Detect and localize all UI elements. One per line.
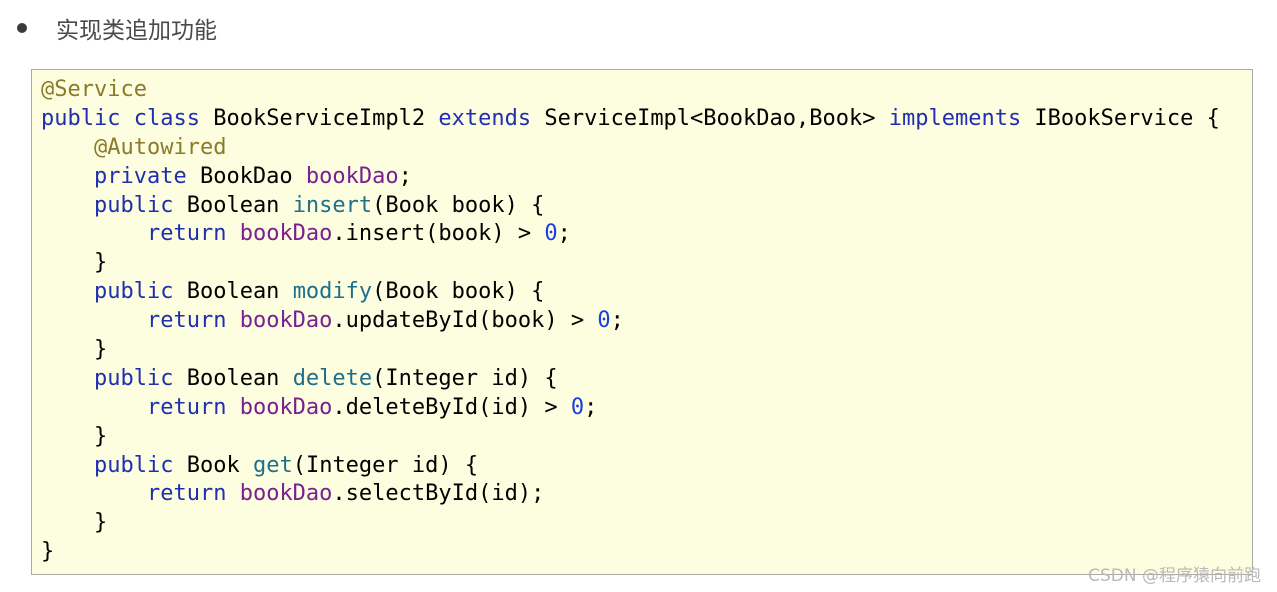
code-keyword: implements xyxy=(888,105,1022,131)
code-keyword: private xyxy=(93,163,187,189)
code-line: return bookDao.updateById(book) > 0; xyxy=(41,307,1220,336)
code-field: bookDao xyxy=(239,394,333,420)
code-text: } xyxy=(41,423,108,449)
code-line: } xyxy=(41,336,1220,365)
code-line: } xyxy=(41,509,1220,538)
code-line: @Service xyxy=(41,76,1220,105)
code-text: IBookService { xyxy=(1021,105,1220,131)
code-block: @Service public class BookServiceImpl2 ex… xyxy=(31,69,1253,575)
code-text: (Integer id) { xyxy=(372,365,558,391)
code-keyword: public xyxy=(93,279,174,305)
code-number: 0 xyxy=(597,308,611,334)
code-text: ServiceImpl<BookDao,Book> xyxy=(531,105,889,131)
code-text: ; xyxy=(398,163,412,189)
code-method: insert xyxy=(292,192,373,218)
code-line: } xyxy=(41,538,1220,567)
code-text: ; xyxy=(557,221,571,247)
code-line: public class BookServiceImpl2 extends Se… xyxy=(41,105,1220,134)
code-keyword: extends xyxy=(438,105,532,131)
code-text: (Book book) { xyxy=(372,192,545,218)
code-text: } xyxy=(41,250,108,276)
bullet-dot-icon xyxy=(17,23,27,33)
bullet-heading: 实现类追加功能 xyxy=(12,10,217,46)
code-line: public Book get(Integer id) { xyxy=(41,452,1220,481)
code-text: Boolean xyxy=(173,365,293,391)
code-line: return bookDao.selectById(id); xyxy=(41,480,1220,509)
code-text: .updateById(book) > xyxy=(332,308,598,334)
code-method: get xyxy=(252,452,293,478)
code-keyword: return xyxy=(146,394,227,420)
code-keyword: return xyxy=(146,308,227,334)
code-text: .deleteById(id) > xyxy=(332,394,571,420)
code-text: Boolean xyxy=(173,279,293,305)
code-line: private BookDao bookDao; xyxy=(41,163,1220,192)
code-text: Boolean xyxy=(173,192,293,218)
watermark: CSDN @程序猿向前跑 xyxy=(1088,566,1261,586)
code-text: (Book book) { xyxy=(372,279,545,305)
code-keyword: return xyxy=(146,481,227,507)
code-field: bookDao xyxy=(239,481,333,507)
code-keyword: public xyxy=(93,365,174,391)
code-line: return bookDao.insert(book) > 0; xyxy=(41,220,1220,249)
code-text: BookServiceImpl2 xyxy=(199,105,439,131)
code-keyword: public xyxy=(93,452,174,478)
code-keyword: class xyxy=(133,105,200,131)
code-method: modify xyxy=(292,279,373,305)
code-line: } xyxy=(41,423,1220,452)
code-text: ; xyxy=(610,308,624,334)
code-method: delete xyxy=(292,365,373,391)
code-text: BookDao xyxy=(186,163,306,189)
code-text: } xyxy=(41,539,55,565)
code-line: public Boolean insert(Book book) { xyxy=(41,192,1220,221)
code-text: .insert(book) > xyxy=(332,221,545,247)
code-field: bookDao xyxy=(239,221,333,247)
code-number: 0 xyxy=(544,221,558,247)
code-field: bookDao xyxy=(305,163,399,189)
code-number: 0 xyxy=(570,394,585,420)
code-text: ; xyxy=(584,394,598,420)
code-keyword: return xyxy=(146,221,227,247)
code-annotation: @Autowired xyxy=(93,134,227,160)
code-keyword: public xyxy=(41,105,121,131)
code-text: Book xyxy=(173,452,253,478)
heading-text: 实现类追加功能 xyxy=(56,18,217,44)
code-annotation: @Service xyxy=(41,77,147,102)
code-line: public Boolean delete(Integer id) { xyxy=(41,365,1220,394)
code-text: } xyxy=(41,337,108,363)
code-field: bookDao xyxy=(239,308,333,334)
code-line: public Boolean modify(Book book) { xyxy=(41,278,1220,307)
code-keyword: public xyxy=(93,192,174,218)
code-text: .selectById(id); xyxy=(332,481,545,507)
code-content: @Service public class BookServiceImpl2 ex… xyxy=(41,76,1220,567)
code-text: (Integer id) { xyxy=(292,452,479,478)
code-line: @Autowired xyxy=(41,134,1220,163)
code-line: return bookDao.deleteById(id) > 0; xyxy=(41,394,1220,423)
code-text: } xyxy=(41,510,108,536)
code-line: } xyxy=(41,249,1220,278)
